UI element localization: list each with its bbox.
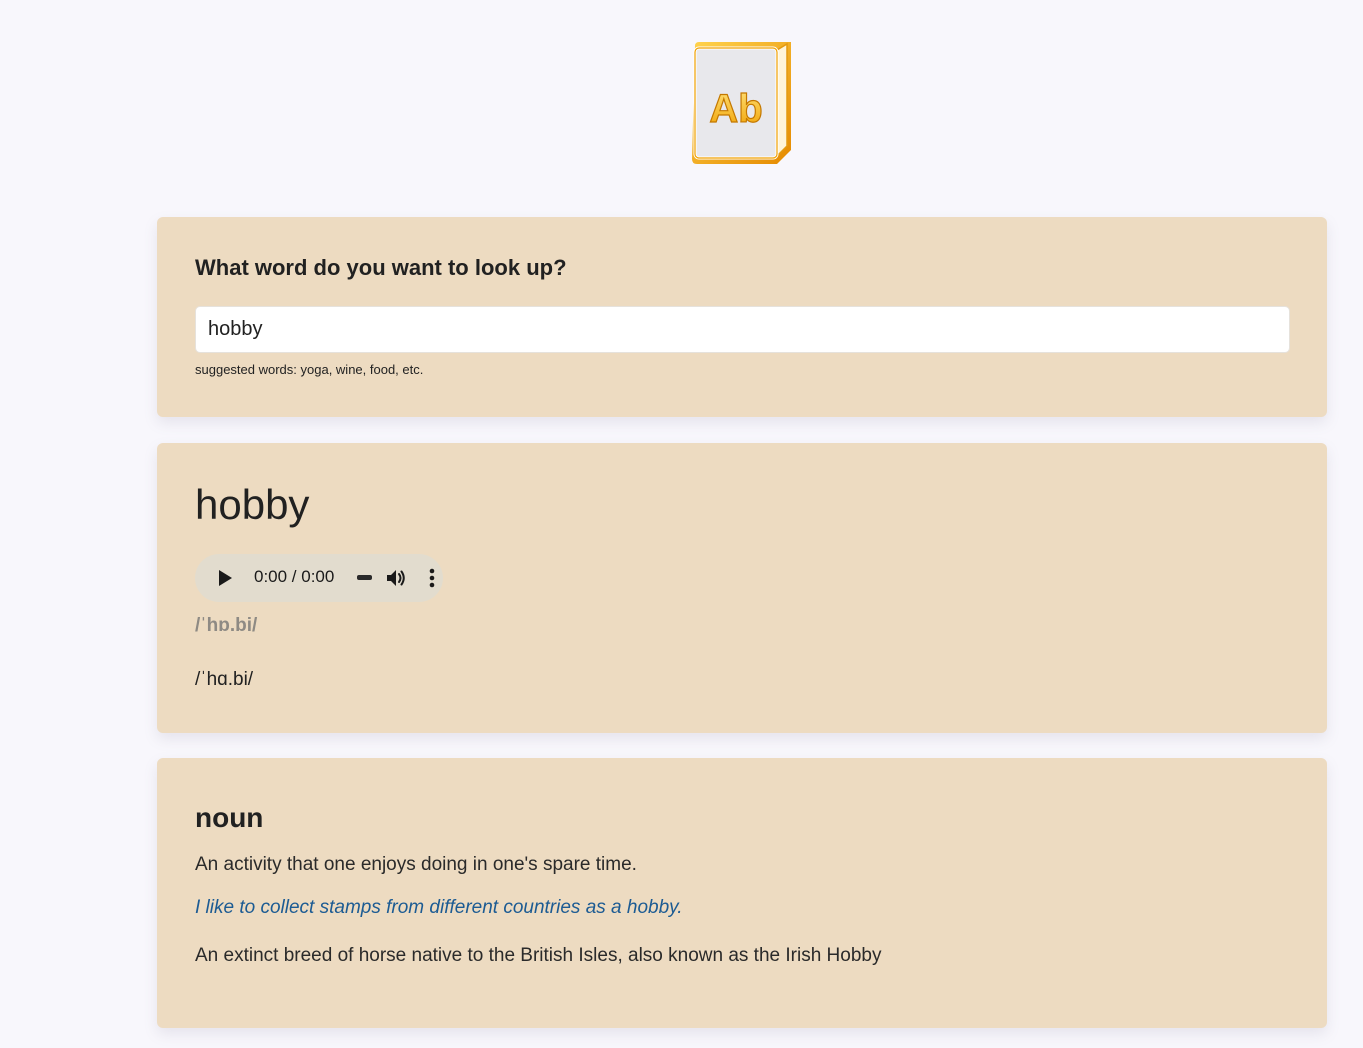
definition: An activity that one enjoys doing in one… (195, 854, 637, 875)
phonetic-uk: /ˈhɒ.bi/ (195, 615, 258, 636)
search-card: What word do you want to look up? sugges… (157, 217, 1327, 417)
search-hint: suggested words: yoga, wine, food, etc. (195, 362, 424, 377)
play-icon[interactable] (219, 570, 232, 586)
word-card: hobby 0:00 / 0:00 /ˈhɒ.bi/ /ˈhɑ.bi/ (157, 443, 1327, 733)
dictionary-logo: Ab (689, 40, 795, 168)
logo-text: Ab (709, 87, 762, 131)
word-title: hobby (195, 481, 310, 528)
volume-icon[interactable] (385, 567, 407, 589)
search-heading: What word do you want to look up? (195, 255, 567, 280)
audio-seek-bar[interactable] (357, 575, 372, 580)
part-of-speech: noun (195, 802, 264, 833)
definition-example: I like to collect stamps from different … (195, 897, 683, 918)
meaning-card: noun An activity that one enjoys doing i… (157, 758, 1327, 1028)
audio-time: 0:00 / 0:00 (254, 567, 335, 586)
dictionary-book-icon: Ab (692, 42, 791, 164)
more-options-icon[interactable] (429, 568, 435, 588)
definition: An extinct breed of horse native to the … (195, 945, 882, 966)
page: Ab What word do you want to look up? sug… (0, 0, 1363, 1048)
search-input[interactable] (195, 306, 1290, 353)
phonetic-us: /ˈhɑ.bi/ (195, 669, 254, 690)
audio-player[interactable]: 0:00 / 0:00 (195, 554, 443, 602)
